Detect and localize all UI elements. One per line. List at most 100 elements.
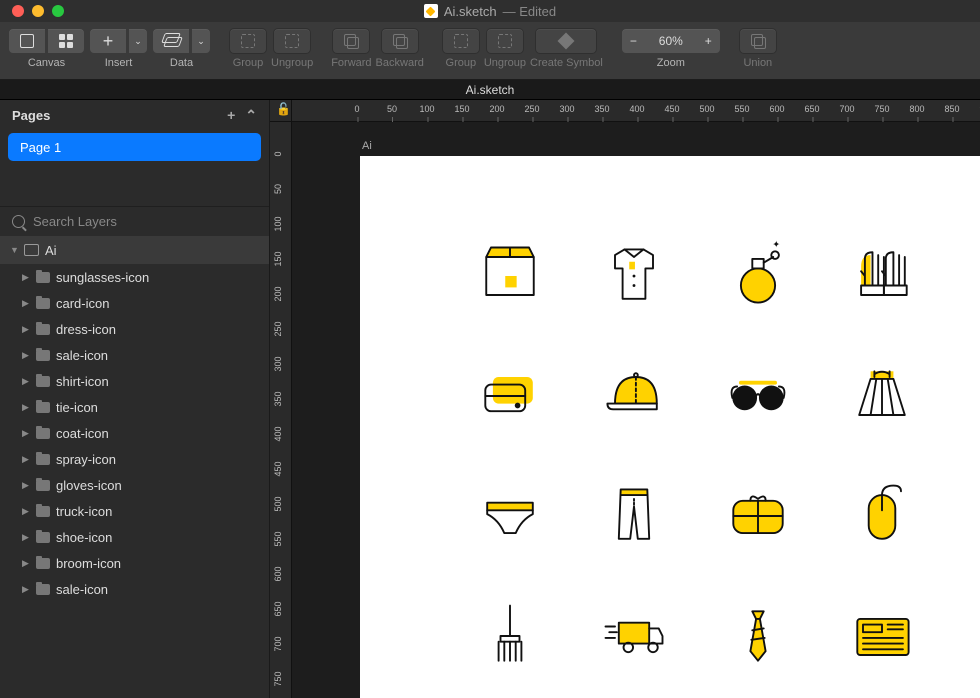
icon-broom[interactable]: [470, 596, 550, 676]
artboard-layer-ai[interactable]: ▼ Ai: [0, 236, 269, 264]
ruler-tick: 750: [273, 671, 283, 686]
icon-shirt[interactable]: [594, 236, 674, 316]
ruler-tick: 100: [419, 104, 434, 114]
layer-item[interactable]: ▶ tie-icon: [0, 394, 269, 420]
icon-cards[interactable]: [470, 356, 550, 436]
layer-item[interactable]: ▶spray-icon: [0, 446, 269, 472]
icon-gloves[interactable]: [842, 236, 922, 316]
icon-mouse[interactable]: [842, 476, 922, 556]
layer-item[interactable]: ▶broom-icon: [0, 550, 269, 576]
canvas-mode-artboard-button[interactable]: [8, 28, 46, 54]
folder-icon: [36, 298, 50, 309]
layer-label: dress-icon: [56, 322, 116, 337]
data-dropdown-button[interactable]: ⌄: [191, 28, 211, 54]
expand-icon[interactable]: ▶: [22, 272, 30, 283]
zoom-in-button[interactable]: +: [705, 34, 712, 48]
layer-item[interactable]: ▶truck-icon: [0, 498, 269, 524]
forward-button[interactable]: [332, 28, 370, 54]
expand-icon[interactable]: ▶: [22, 376, 30, 387]
create-symbol-button[interactable]: [535, 28, 597, 54]
toolbar: Canvas + ⌄ Insert ⌄ Data Group Ungroup F…: [0, 22, 980, 80]
expand-icon[interactable]: ▶: [22, 480, 30, 491]
folder-icon: [36, 402, 50, 413]
expand-icon[interactable]: ▶: [22, 428, 30, 439]
ruler-tick: 450: [664, 104, 679, 114]
layer-item[interactable]: ▶shirt-icon: [0, 368, 269, 394]
collapse-pages-button[interactable]: ⌃: [245, 107, 257, 124]
folder-icon: [36, 272, 50, 283]
icon-tie[interactable]: [718, 596, 798, 676]
ungroup2-button[interactable]: [486, 28, 524, 54]
grid-icon: [59, 34, 73, 48]
icon-sunglasses[interactable]: [718, 356, 798, 436]
layer-item[interactable]: ▶sunglasses-icon: [0, 264, 269, 290]
expand-icon[interactable]: ▶: [22, 402, 30, 413]
document-tab[interactable]: Ai.sketch: [0, 80, 980, 100]
expand-icon[interactable]: ▶: [22, 558, 30, 569]
ruler-tick: 300: [273, 356, 283, 371]
expand-icon[interactable]: ▶: [22, 298, 30, 309]
icon-underwear[interactable]: [470, 476, 550, 556]
icon-skirt[interactable]: [842, 356, 922, 436]
data-button[interactable]: [152, 28, 190, 54]
folder-icon: [36, 454, 50, 465]
ungroup-button[interactable]: [273, 28, 311, 54]
expand-icon[interactable]: ▶: [22, 454, 30, 465]
document-icon: [424, 4, 438, 18]
backward-button[interactable]: [381, 28, 419, 54]
expand-icon[interactable]: ▶: [22, 584, 30, 595]
ruler-tick: 300: [559, 104, 574, 114]
zoom-out-button[interactable]: −: [630, 34, 637, 48]
ruler-tick: 550: [734, 104, 749, 114]
group-button[interactable]: [229, 28, 267, 54]
ruler-tick: 200: [489, 104, 504, 114]
folder-icon: [36, 584, 50, 595]
icon-truck[interactable]: [594, 596, 674, 676]
layer-item[interactable]: ▶gloves-icon: [0, 472, 269, 498]
union-button[interactable]: [739, 28, 777, 54]
page-item-page-1[interactable]: Page 1: [8, 133, 261, 161]
folder-icon: [36, 558, 50, 569]
icon-giftcard[interactable]: [718, 476, 798, 556]
insert-dropdown-button[interactable]: ⌄: [128, 28, 148, 54]
search-layers[interactable]: Search Layers: [0, 206, 269, 236]
ruler-horizontal: 0501001502002503003504004505005506006507…: [292, 100, 980, 122]
layer-item[interactable]: ▶ dress-icon: [0, 316, 269, 342]
zoom-control[interactable]: − 60% +: [621, 28, 721, 54]
canvas-mode-grid-button[interactable]: [47, 28, 85, 54]
icon-box[interactable]: [470, 236, 550, 316]
expand-icon[interactable]: ▶: [22, 324, 30, 335]
close-window-button[interactable]: [12, 5, 24, 17]
ruler-tick: 650: [804, 104, 819, 114]
group2-label: Group: [446, 57, 477, 69]
canvas-area[interactable]: 🔓 05010015020025030035040045050055060065…: [270, 100, 980, 698]
icon-perfume[interactable]: ✦: [718, 236, 798, 316]
artboard-ai[interactable]: ✦: [360, 156, 980, 698]
expand-icon[interactable]: ▶: [22, 506, 30, 517]
ungroup2-label: Ungroup: [484, 57, 526, 69]
ungroup-label: Ungroup: [271, 57, 313, 69]
expand-icon[interactable]: ▶: [22, 532, 30, 543]
layer-item[interactable]: ▶coat-icon: [0, 420, 269, 446]
maximize-window-button[interactable]: [52, 5, 64, 17]
group2-button[interactable]: [442, 28, 480, 54]
icon-cap[interactable]: [594, 356, 674, 436]
lock-icon[interactable]: 🔓: [276, 102, 291, 116]
layer-item[interactable]: ▶card-icon: [0, 290, 269, 316]
layer-item[interactable]: ▶sale-icon: [0, 576, 269, 602]
layer-item[interactable]: ▶shoe-icon: [0, 524, 269, 550]
expand-icon[interactable]: ▼: [10, 245, 18, 255]
add-page-button[interactable]: +: [227, 107, 235, 124]
artboard-label[interactable]: Ai: [362, 140, 372, 152]
minimize-window-button[interactable]: [32, 5, 44, 17]
icon-newspaper[interactable]: [842, 596, 922, 676]
ruler-tick: 100: [273, 216, 283, 231]
layer-label: tie-icon: [56, 400, 98, 415]
insert-button[interactable]: +: [89, 28, 127, 54]
layer-item[interactable]: ▶sale-icon: [0, 342, 269, 368]
ruler-tick: 150: [273, 251, 283, 266]
expand-icon[interactable]: ▶: [22, 350, 30, 361]
window-title-edited: — Edited: [503, 4, 556, 19]
ruler-tick: 250: [524, 104, 539, 114]
icon-pants[interactable]: [594, 476, 674, 556]
